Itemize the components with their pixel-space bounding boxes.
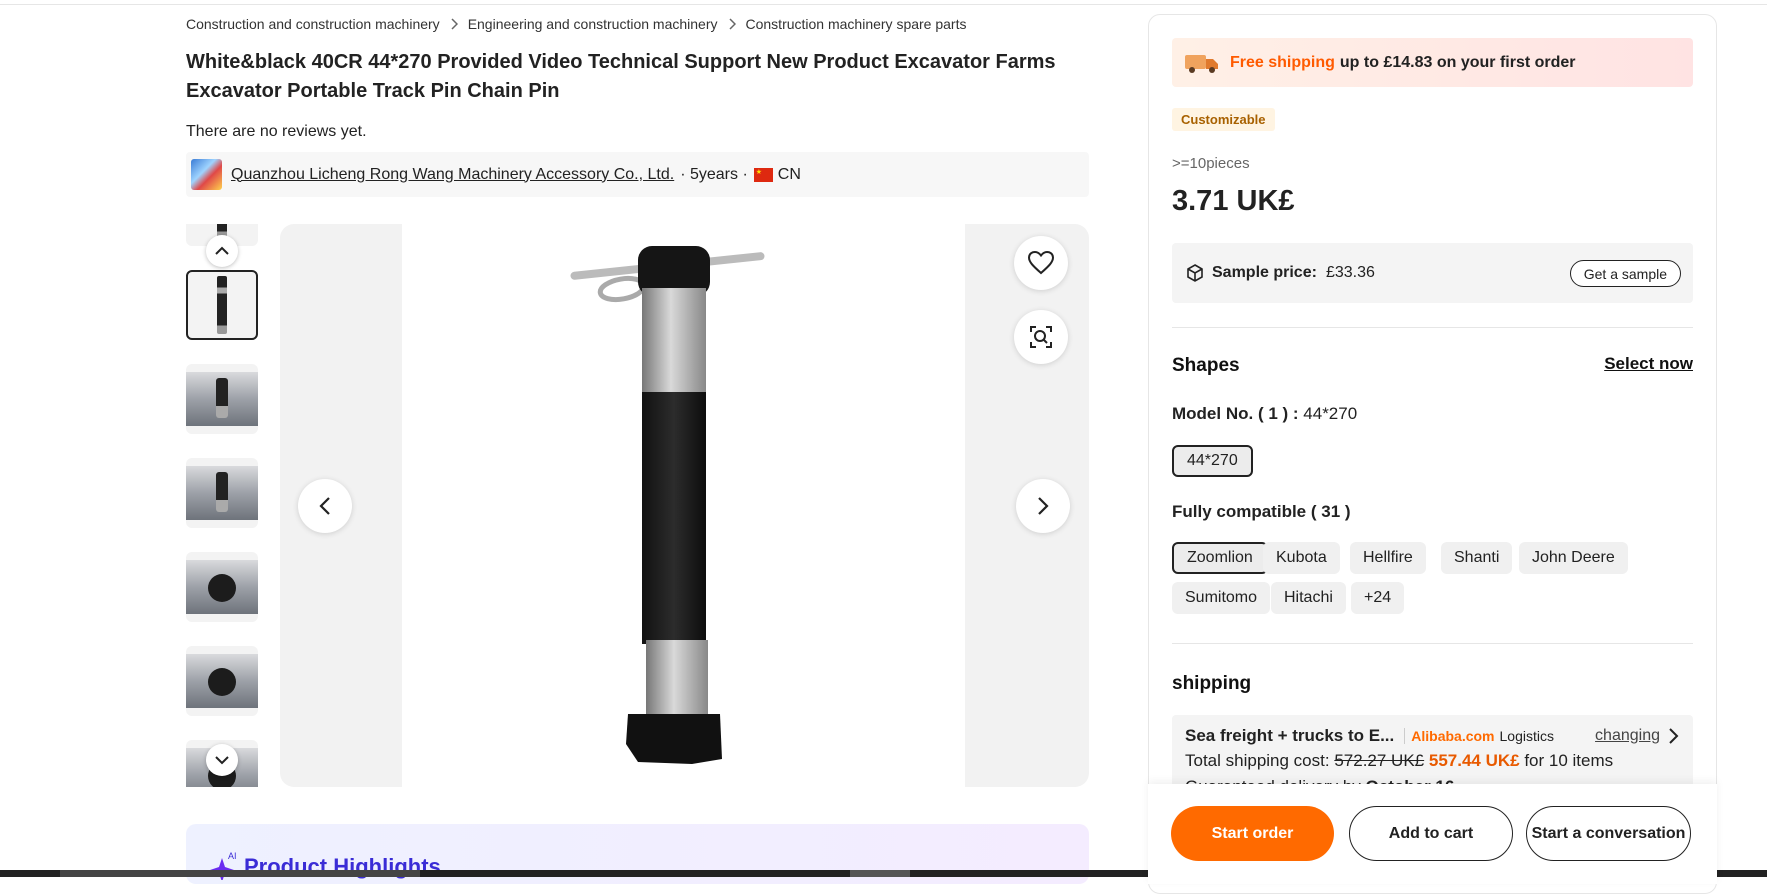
breadcrumb-item[interactable]: Construction machinery spare parts xyxy=(746,16,967,32)
sample-price-label: Sample price: xyxy=(1212,264,1317,281)
previous-image-button[interactable] xyxy=(298,479,352,533)
compat-option-john-deere[interactable]: John Deere xyxy=(1519,542,1628,574)
compat-option-hitachi[interactable]: Hitachi xyxy=(1271,582,1346,614)
breadcrumb-item[interactable]: Engineering and construction machinery xyxy=(468,16,718,32)
start-conversation-button[interactable]: Start a conversation xyxy=(1526,806,1691,861)
chevron-down-icon xyxy=(215,756,229,765)
minimum-quantity: >=10pieces xyxy=(1172,155,1250,172)
gallery-thumbnail[interactable] xyxy=(186,646,258,716)
chevron-right-icon xyxy=(728,18,736,30)
supplier-years: · 5years · xyxy=(680,165,748,183)
chevron-left-icon xyxy=(319,497,330,515)
gallery-thumbnail[interactable] xyxy=(186,270,258,340)
main-product-image xyxy=(280,224,1089,787)
supplier-country: CN xyxy=(777,165,801,183)
discounted-shipping-cost: 557.44 UK£ xyxy=(1428,751,1520,770)
heart-icon xyxy=(1028,251,1054,275)
gallery-thumbnail[interactable] xyxy=(186,552,258,622)
compat-option-more[interactable]: +24 xyxy=(1351,582,1405,614)
fully-compatible-label: Fully compatible ( 31 ) xyxy=(1172,502,1351,521)
thumbnail-strip xyxy=(186,224,258,787)
supplier-logo xyxy=(191,159,222,190)
thumbnails-down-button[interactable] xyxy=(206,744,238,776)
total-shipping-label: Total shipping cost: xyxy=(1185,751,1330,770)
product-photo xyxy=(402,224,965,787)
model-number-title: Model No. ( 1 ) : xyxy=(1172,404,1299,423)
truck-icon xyxy=(1185,54,1218,73)
supplier-name-link[interactable]: Quanzhou Licheng Rong Wang Machinery Acc… xyxy=(231,166,674,184)
unit-price: 3.71 UK£ xyxy=(1172,185,1295,217)
compat-option-hellfire[interactable]: Hellfire xyxy=(1350,542,1426,574)
product-title: White&black 40CR 44*270 Provided Video T… xyxy=(186,51,1056,102)
shipping-heading: shipping xyxy=(1172,673,1252,694)
original-shipping-cost: 572.27 UK£ xyxy=(1334,751,1425,770)
reviews-text: There are no reviews yet. xyxy=(186,123,367,140)
free-shipping-banner: Free shipping up to £14.83 on your first… xyxy=(1172,38,1693,87)
add-to-cart-button[interactable]: Add to cart xyxy=(1349,806,1513,861)
free-shipping-highlight: Free shipping xyxy=(1230,53,1335,71)
chevron-right-icon xyxy=(1669,728,1679,744)
get-sample-button[interactable]: Get a sample xyxy=(1569,260,1681,287)
chevron-right-icon xyxy=(450,18,458,30)
image-search-button[interactable] xyxy=(1014,310,1068,364)
top-divider xyxy=(0,4,1767,5)
breadcrumb-item[interactable]: Construction and construction machinery xyxy=(186,16,440,32)
gallery-thumbnail[interactable] xyxy=(186,364,258,434)
shipping-items: for 10 items xyxy=(1524,751,1614,770)
action-bar: Start order Add to cart Start a conversa… xyxy=(1148,784,1717,884)
change-shipping-link[interactable]: changing xyxy=(1595,727,1680,745)
chevron-up-icon xyxy=(215,246,229,255)
gallery-thumbnail[interactable] xyxy=(186,458,258,528)
favorite-button[interactable] xyxy=(1014,236,1068,290)
ai-label: AI xyxy=(228,851,237,861)
customizable-badge: Customizable xyxy=(1172,108,1275,131)
change-shipping-label: changing xyxy=(1595,727,1660,744)
shapes-heading: Shapes xyxy=(1172,355,1240,376)
breadcrumb: Construction and construction machinery … xyxy=(186,16,967,32)
model-option[interactable]: 44*270 xyxy=(1172,445,1253,477)
next-image-button[interactable] xyxy=(1016,479,1070,533)
sample-price-box: Sample price: £33.36 Get a sample xyxy=(1172,243,1693,303)
purchase-panel: Free shipping up to £14.83 on your first… xyxy=(1148,14,1717,894)
model-number-value: 44*270 xyxy=(1303,404,1358,423)
thumbnails-up-button[interactable] xyxy=(206,235,238,267)
supplier-bar: Quanzhou Licheng Rong Wang Machinery Acc… xyxy=(186,152,1089,197)
compat-option-kubota[interactable]: Kubota xyxy=(1263,542,1340,574)
compat-option-zoomlion[interactable]: Zoomlion xyxy=(1172,542,1268,574)
alibaba-logo: Alibaba.com xyxy=(1404,728,1495,744)
box-icon xyxy=(1187,264,1203,282)
shipping-route: Sea freight + trucks to E... xyxy=(1185,726,1395,745)
sample-price-value: £33.36 xyxy=(1325,264,1375,281)
divider xyxy=(1172,327,1693,328)
start-order-button[interactable]: Start order xyxy=(1171,806,1334,861)
image-search-icon xyxy=(1030,326,1052,348)
chevron-right-icon xyxy=(1038,497,1049,515)
select-now-link[interactable]: Select now xyxy=(1604,354,1693,374)
logistics-label: Logistics xyxy=(1499,728,1554,744)
compat-option-shanti[interactable]: Shanti xyxy=(1441,542,1513,574)
model-number-label: Model No. ( 1 ) : 44*270 xyxy=(1172,404,1357,424)
compat-option-sumitomo[interactable]: Sumitomo xyxy=(1172,582,1271,614)
free-shipping-text: up to £14.83 on your first order xyxy=(1339,53,1576,71)
china-flag-icon xyxy=(753,167,773,182)
divider xyxy=(1172,643,1693,644)
